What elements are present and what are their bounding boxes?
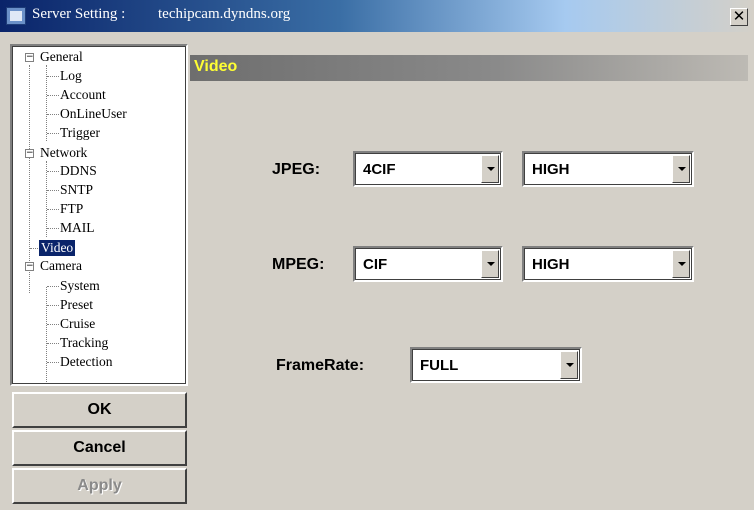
expand-collapse-icon[interactable]: − [25,149,34,158]
expand-collapse-icon[interactable]: − [25,262,34,271]
settings-tree-inner: − General Log Account OnLineUser Trigger… [12,46,186,384]
close-button[interactable]: ✕ [730,8,748,26]
mpeg-resolution-select[interactable]: CIF [353,246,503,282]
tree-item-camera[interactable]: Camera [40,258,82,274]
settings-tree[interactable]: − General Log Account OnLineUser Trigger… [10,44,188,386]
chevron-down-icon[interactable] [481,155,499,183]
mpeg-quality-value: HIGH [532,256,570,273]
apply-button[interactable]: Apply [12,468,187,504]
mpeg-quality-select[interactable]: HIGH [522,246,694,282]
jpeg-label: JPEG: [272,161,321,178]
server-setting-window: Server Setting : techipcam.dyndns.org ✕ … [0,0,754,510]
tree-item-log[interactable]: Log [60,68,82,84]
tree-line [29,65,30,293]
close-icon: ✕ [732,7,746,25]
window-title-host: techipcam.dyndns.org [158,6,291,22]
panel-title: Video [194,58,238,75]
jpeg-resolution-select[interactable]: 4CIF [353,151,503,187]
tree-item-mail[interactable]: MAIL [60,220,95,236]
ok-button[interactable]: OK [12,392,187,428]
tree-line [46,161,47,237]
tree-item-trigger[interactable]: Trigger [60,125,100,141]
app-icon [6,7,26,25]
window-title-label: Server Setting : [32,6,126,22]
jpeg-quality-select[interactable]: HIGH [522,151,694,187]
tree-item-system[interactable]: System [60,278,100,294]
framerate-label: FrameRate: [276,357,365,374]
panel-header: Video [190,55,748,81]
mpeg-resolution-value: CIF [363,256,388,273]
tree-item-account[interactable]: Account [60,87,106,103]
tree-item-video[interactable]: Video [39,240,76,256]
tree-item-network[interactable]: Network [40,145,87,161]
expand-collapse-icon[interactable]: − [25,53,34,62]
tree-item-onlineuser[interactable]: OnLineUser [60,106,127,122]
tree-item-ddns[interactable]: DDNS [60,163,97,179]
tree-item-cruise[interactable]: Cruise [60,316,95,332]
chevron-down-icon[interactable] [672,250,690,278]
framerate-select[interactable]: FULL [410,347,582,383]
jpeg-quality-value: HIGH [532,161,570,178]
tree-item-general[interactable]: General [40,49,83,65]
tree-item-preset[interactable]: Preset [60,297,93,313]
tree-item-sntp[interactable]: SNTP [60,182,93,198]
jpeg-resolution-value: 4CIF [363,161,396,178]
mpeg-label: MPEG: [272,256,325,273]
title-bar: Server Setting : techipcam.dyndns.org ✕ [0,0,754,32]
framerate-value: FULL [420,357,459,374]
cancel-button[interactable]: Cancel [12,430,187,466]
tree-item-ftp[interactable]: FTP [60,201,83,217]
chevron-down-icon[interactable] [672,155,690,183]
tree-item-detection[interactable]: Detection [60,354,112,370]
chevron-down-icon[interactable] [560,351,578,379]
tree-item-tracking[interactable]: Tracking [60,335,108,351]
chevron-down-icon[interactable] [481,250,499,278]
tree-line [46,287,47,382]
